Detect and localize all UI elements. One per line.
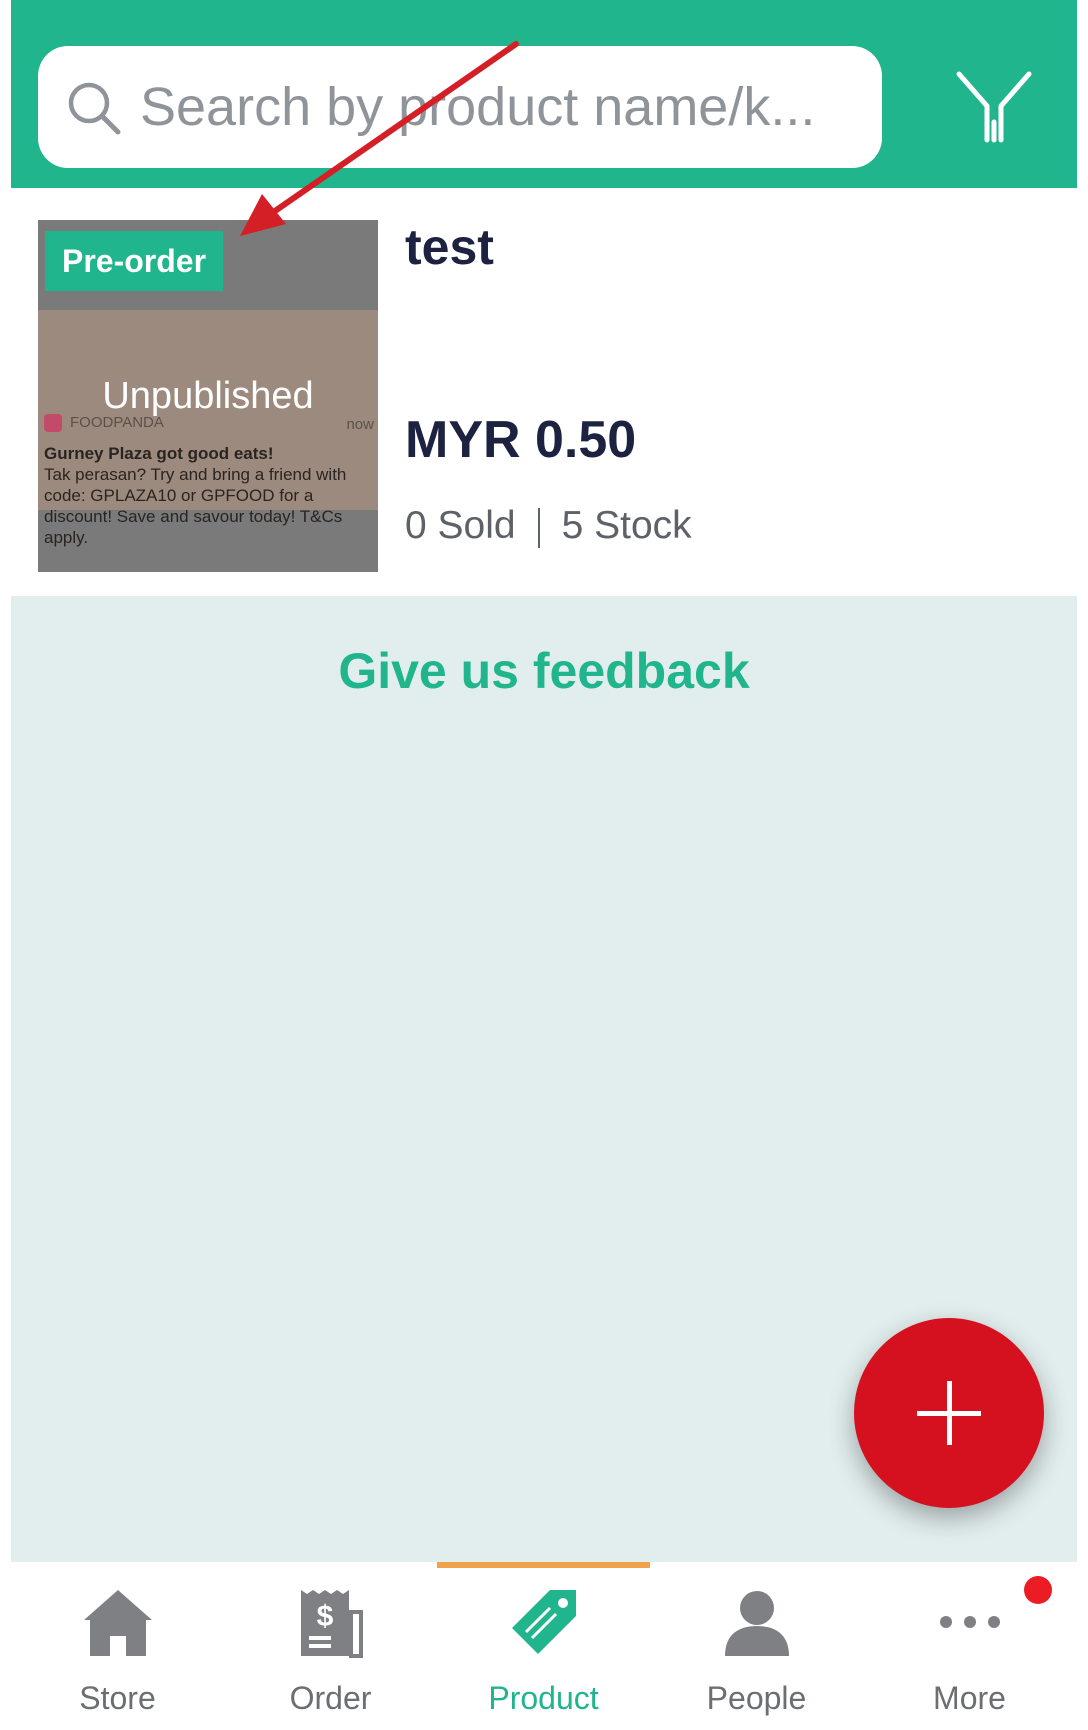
preorder-badge: Pre-order xyxy=(45,231,224,291)
nav-item-order[interactable]: $ Order xyxy=(224,1562,437,1730)
nav-item-people[interactable]: People xyxy=(650,1562,863,1730)
thumbnail-line: code: GPLAZA10 or GPFOOD for a xyxy=(44,486,314,505)
nav-item-product[interactable]: Product xyxy=(437,1562,650,1730)
app-screen: Search by product name/k... FOODPANDA no… xyxy=(11,0,1077,1730)
bottom-navigation: Store $ Order Product People More xyxy=(11,1562,1077,1730)
stats-divider xyxy=(537,507,540,548)
search-placeholder: Search by product name/k... xyxy=(140,77,816,137)
filter-icon[interactable] xyxy=(953,66,1035,148)
product-stats: 0 Sold 5 Stock xyxy=(405,504,692,548)
product-title: test xyxy=(405,219,494,275)
store-icon xyxy=(84,1590,152,1656)
product-thumbnail: FOODPANDA now Gurney Plaza got good eats… xyxy=(38,220,378,572)
add-product-button[interactable] xyxy=(854,1318,1044,1508)
thumbnail-line: Tak perasan? Try and bring a friend with xyxy=(44,465,347,484)
product-tag-icon xyxy=(512,1590,576,1654)
sold-count: 0 Sold xyxy=(405,504,516,547)
nav-label: Store xyxy=(79,1680,156,1716)
notification-dot xyxy=(1024,1576,1052,1604)
thumbnail-time: now xyxy=(346,416,374,433)
top-bar: Search by product name/k... xyxy=(11,0,1077,188)
nav-label: More xyxy=(933,1680,1006,1716)
svg-text:$: $ xyxy=(317,1600,334,1633)
thumbnail-line: apply. xyxy=(44,528,89,547)
nav-label: Product xyxy=(488,1680,599,1716)
product-list-item[interactable]: FOODPANDA now Gurney Plaza got good eats… xyxy=(11,188,1077,596)
people-icon xyxy=(725,1591,789,1656)
more-dots-icon xyxy=(940,1616,1000,1628)
stock-count: 5 Stock xyxy=(561,504,692,547)
nav-label: People xyxy=(706,1680,807,1716)
product-price: MYR 0.50 xyxy=(405,411,637,469)
order-receipt-icon: $ xyxy=(301,1590,363,1658)
thumbnail-line: Gurney Plaza got good eats! xyxy=(44,444,274,463)
give-feedback-link[interactable]: Give us feedback xyxy=(11,642,1077,700)
unpublished-label: Unpublished xyxy=(102,375,314,417)
thumbnail-line: discount! Save and savour today! T&Cs xyxy=(44,507,343,526)
search-icon xyxy=(68,82,121,135)
nav-label: Order xyxy=(289,1680,372,1716)
search-input[interactable]: Search by product name/k... xyxy=(38,46,882,168)
nav-item-store[interactable]: Store xyxy=(11,1562,224,1730)
